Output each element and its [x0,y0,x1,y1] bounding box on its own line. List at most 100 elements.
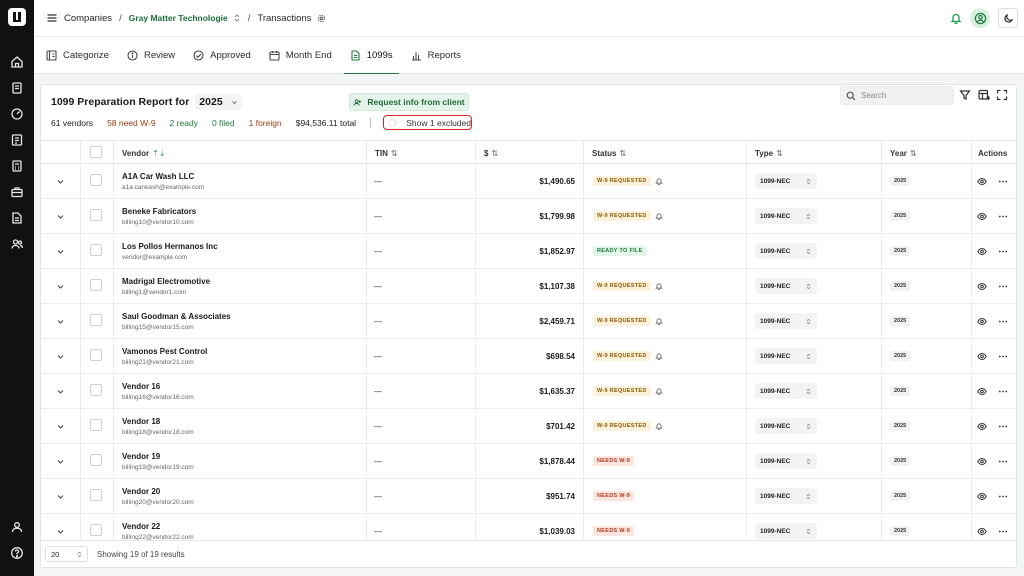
eye-icon[interactable] [977,177,987,186]
search-input[interactable] [861,91,951,100]
column-header-vendor[interactable]: Vendor ⇡⇣ [122,141,166,165]
vendor-name[interactable]: A1A Car Wash LLC [122,172,194,181]
table-row[interactable]: A1A Car Wash LLC a1a.carwash@example.com —… [41,164,1016,199]
expand-icon[interactable] [996,89,1008,101]
bell-icon[interactable] [655,422,663,430]
type-select[interactable]: 1099-NEC [755,173,817,189]
request-info-button[interactable]: Request info from client [349,93,469,111]
calculator-icon[interactable] [10,159,24,173]
row-checkbox[interactable] [90,454,102,466]
chevron-down-icon[interactable] [56,177,65,186]
tab-month-end[interactable]: Month End [263,37,338,74]
bell-icon[interactable] [950,12,962,24]
table-row[interactable]: Vamonos Pest Control billing21@vendor21.c… [41,339,1016,374]
more-options-icon[interactable] [998,282,1008,291]
row-checkbox[interactable] [90,489,102,501]
select-all-checkbox[interactable] [90,146,102,158]
chevron-down-icon[interactable] [56,247,65,256]
more-options-icon[interactable] [998,422,1008,431]
chevron-down-icon[interactable] [56,282,65,291]
vendor-name[interactable]: Saul Goodman & Associates [122,312,231,321]
filter-icon[interactable] [959,89,971,101]
column-header-tin[interactable]: TIN ⇅ [375,141,398,165]
more-options-icon[interactable] [998,527,1008,536]
show-excluded-toggle[interactable]: Show 1 excluded [383,115,472,130]
users-icon[interactable] [10,237,24,251]
home-icon[interactable] [10,55,24,69]
table-row[interactable]: Saul Goodman & Associates billing15@vendo… [41,304,1016,339]
breadcrumb-company[interactable]: Gray Matter Technologie [129,13,228,23]
eye-icon[interactable] [977,492,987,501]
row-checkbox[interactable] [90,524,102,536]
type-select[interactable]: 1099-NEC [755,418,817,434]
chevron-down-icon[interactable] [56,422,65,431]
briefcase-icon[interactable] [10,185,24,199]
avatar[interactable] [970,8,990,28]
type-select[interactable]: 1099-NEC [755,243,817,259]
columns-icon[interactable] [978,89,990,101]
theme-toggle-button[interactable] [998,8,1018,28]
vendor-name[interactable]: Vendor 18 [122,417,160,426]
more-options-icon[interactable] [998,212,1008,221]
type-select[interactable]: 1099-NEC [755,488,817,504]
row-checkbox[interactable] [90,384,102,396]
eye-icon[interactable] [977,527,987,536]
type-select[interactable]: 1099-NEC [755,523,817,539]
row-checkbox[interactable] [90,349,102,361]
year-select[interactable]: 2025 [195,94,242,110]
foreign-count[interactable]: 1 foreign [249,118,282,128]
chevron-down-icon[interactable] [56,352,65,361]
search-box[interactable] [840,86,954,105]
vendor-name[interactable]: Vendor 20 [122,487,160,496]
vendor-name[interactable]: Vendor 16 [122,382,160,391]
row-checkbox[interactable] [90,314,102,326]
table-row[interactable]: Vendor 20 billing20@vendor20.com — $951.74 N… [41,479,1016,514]
row-checkbox[interactable] [90,244,102,256]
bell-icon[interactable] [655,212,663,220]
row-checkbox[interactable] [90,209,102,221]
eye-icon[interactable] [977,387,987,396]
chevron-down-icon[interactable] [56,527,65,536]
app-logo[interactable] [8,8,26,26]
row-checkbox[interactable] [90,419,102,431]
breadcrumb-companies[interactable]: Companies [64,13,112,24]
table-row[interactable]: Vendor 19 billing19@vendor19.com — $1,878.4… [41,444,1016,479]
receipt-icon[interactable] [10,81,24,95]
ready-count[interactable]: 2 ready [170,118,198,128]
bell-icon[interactable] [655,177,663,185]
eye-icon[interactable] [977,282,987,291]
tab-approved[interactable]: Approved [187,37,257,74]
chevron-down-icon[interactable] [56,212,65,221]
vendor-name[interactable]: Beneke Fabricators [122,207,196,216]
table-row[interactable]: Madrigal Electromotive billing1@vendor1.c… [41,269,1016,304]
more-options-icon[interactable] [998,457,1008,466]
column-header-amount[interactable]: $ ⇅ [484,141,498,165]
chevron-down-icon[interactable] [56,492,65,501]
more-options-icon[interactable] [998,492,1008,501]
eye-icon[interactable] [977,457,987,466]
eye-icon[interactable] [977,212,987,221]
row-checkbox[interactable] [90,174,102,186]
bell-icon[interactable] [655,387,663,395]
table-row[interactable]: Vendor 22 billing22@vendor22.com — $1,039.0… [41,514,1016,540]
bell-icon[interactable] [655,282,663,290]
document-icon[interactable] [10,211,24,225]
eye-icon[interactable] [977,317,987,326]
vendor-name[interactable]: Vendor 22 [122,522,160,531]
column-header-year[interactable]: Year ⇅ [890,141,917,165]
table-row[interactable]: Vendor 16 billing16@vendor16.com — $1,635.3… [41,374,1016,409]
bell-icon[interactable] [655,317,663,325]
type-select[interactable]: 1099-NEC [755,208,817,224]
menu-icon[interactable] [46,12,58,24]
ledger-icon[interactable] [10,133,24,147]
row-checkbox[interactable] [90,279,102,291]
eye-icon[interactable] [977,247,987,256]
more-options-icon[interactable] [998,387,1008,396]
need-w9-count[interactable]: 58 need W-9 [107,118,156,128]
eye-icon[interactable] [977,422,987,431]
gear-icon[interactable] [317,14,326,23]
tab-review[interactable]: Review [121,37,181,74]
more-options-icon[interactable] [998,352,1008,361]
chevron-down-icon[interactable] [56,317,65,326]
chevron-down-icon[interactable] [56,387,65,396]
